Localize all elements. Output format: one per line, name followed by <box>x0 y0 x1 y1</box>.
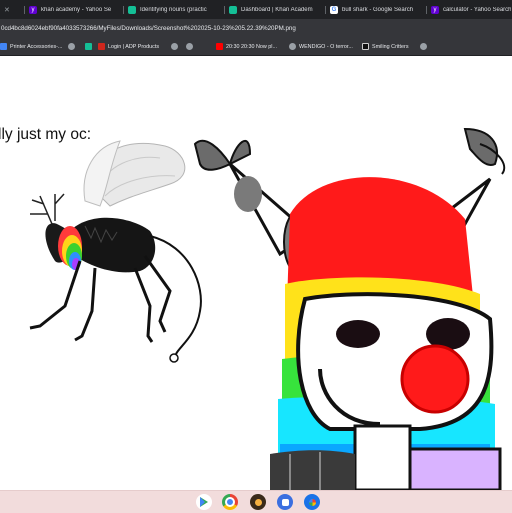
bookmarks-bar: Printer Accessories-... Login | ADP Prod… <box>0 38 512 56</box>
khan-academy-icon <box>128 6 136 14</box>
taskbar <box>0 490 512 513</box>
play-store-icon[interactable] <box>196 494 212 510</box>
url-text[interactable]: 0cd4bc8d6024ebf90fa4033573266/MyFiles/Do… <box>0 25 296 32</box>
bookmark-globe[interactable] <box>171 41 181 52</box>
bookmark-globe[interactable] <box>186 41 196 52</box>
pinterest-icon <box>362 43 369 50</box>
bookmark-label: WENDIGO - O terror... <box>299 43 353 50</box>
bookmark-khan[interactable] <box>85 41 95 52</box>
tab-divider <box>325 6 326 14</box>
tab-identifying-nouns[interactable]: Identifying nouns (practic <box>128 3 224 17</box>
address-bar[interactable]: 0cd4bc8d6024ebf90fa4033573266/MyFiles/Do… <box>0 19 512 38</box>
image-viewer: lly just my oc: <box>0 56 512 490</box>
bookmark-globe[interactable] <box>68 41 78 52</box>
clown-character-drawing <box>193 127 506 490</box>
yahoo-icon: y <box>431 6 439 14</box>
yahoo-icon: y <box>29 6 37 14</box>
tab-khan-academy-search[interactable]: y khan academy - Yahoo Se <box>29 3 123 17</box>
close-icon[interactable]: ✕ <box>4 6 10 14</box>
tab-label: Dashboard | Khan Academ <box>241 7 313 13</box>
photos-icon[interactable] <box>304 494 320 510</box>
tab-label: calculator - Yahoo Search <box>443 7 512 13</box>
bookmark-label: Login | ADP Products <box>108 43 160 50</box>
globe-icon <box>289 43 296 50</box>
bookmark-label: Smiling Critters <box>372 43 409 50</box>
tab-label: khan academy - Yahoo Se <box>41 7 112 13</box>
chrome-icon[interactable] <box>222 494 238 510</box>
bookmark-youtube[interactable]: 20:30 20:30 Now pl... <box>216 41 277 52</box>
tab-yahoo-partial[interactable]: ✕ <box>0 3 22 17</box>
globe-icon <box>171 43 178 50</box>
app-icon[interactable] <box>250 494 266 510</box>
khan-academy-icon <box>229 6 237 14</box>
tab-divider <box>224 6 225 14</box>
tab-calculator[interactable]: y calculator - Yahoo Search <box>431 3 512 17</box>
tab-divider <box>426 6 427 14</box>
tab-strip: ✕ y khan academy - Yahoo Se Identifying … <box>0 0 512 19</box>
bookmark-wendigo[interactable]: WENDIGO - O terror... <box>289 41 353 52</box>
tab-bull-shark[interactable]: G bull shark - Google Search <box>330 3 426 17</box>
files-icon[interactable] <box>277 494 293 510</box>
bookmark-adp-login[interactable]: Login | ADP Products <box>98 41 159 52</box>
tab-divider <box>123 6 124 14</box>
youtube-icon <box>216 43 223 50</box>
khan-academy-icon <box>85 43 92 50</box>
bookmark-printer-accessories[interactable]: Printer Accessories-... <box>0 41 62 52</box>
tab-dashboard[interactable]: Dashboard | Khan Academ <box>229 3 325 17</box>
google-icon: G <box>330 6 338 14</box>
globe-icon <box>186 43 193 50</box>
bookmark-smiling-critters[interactable]: Smiling Critters <box>362 41 409 52</box>
tab-label: Identifying nouns (practic <box>140 7 207 13</box>
bookmark-label: 20:30 20:30 Now pl... <box>226 43 277 50</box>
printer-icon <box>0 43 7 50</box>
bookmark-globe[interactable] <box>420 41 430 52</box>
globe-icon <box>68 43 75 50</box>
globe-icon <box>420 43 427 50</box>
bookmark-label: Printer Accessories-... <box>10 43 63 50</box>
tab-label: bull shark - Google Search <box>342 7 414 13</box>
adp-icon <box>98 43 105 50</box>
tab-divider <box>24 6 25 14</box>
